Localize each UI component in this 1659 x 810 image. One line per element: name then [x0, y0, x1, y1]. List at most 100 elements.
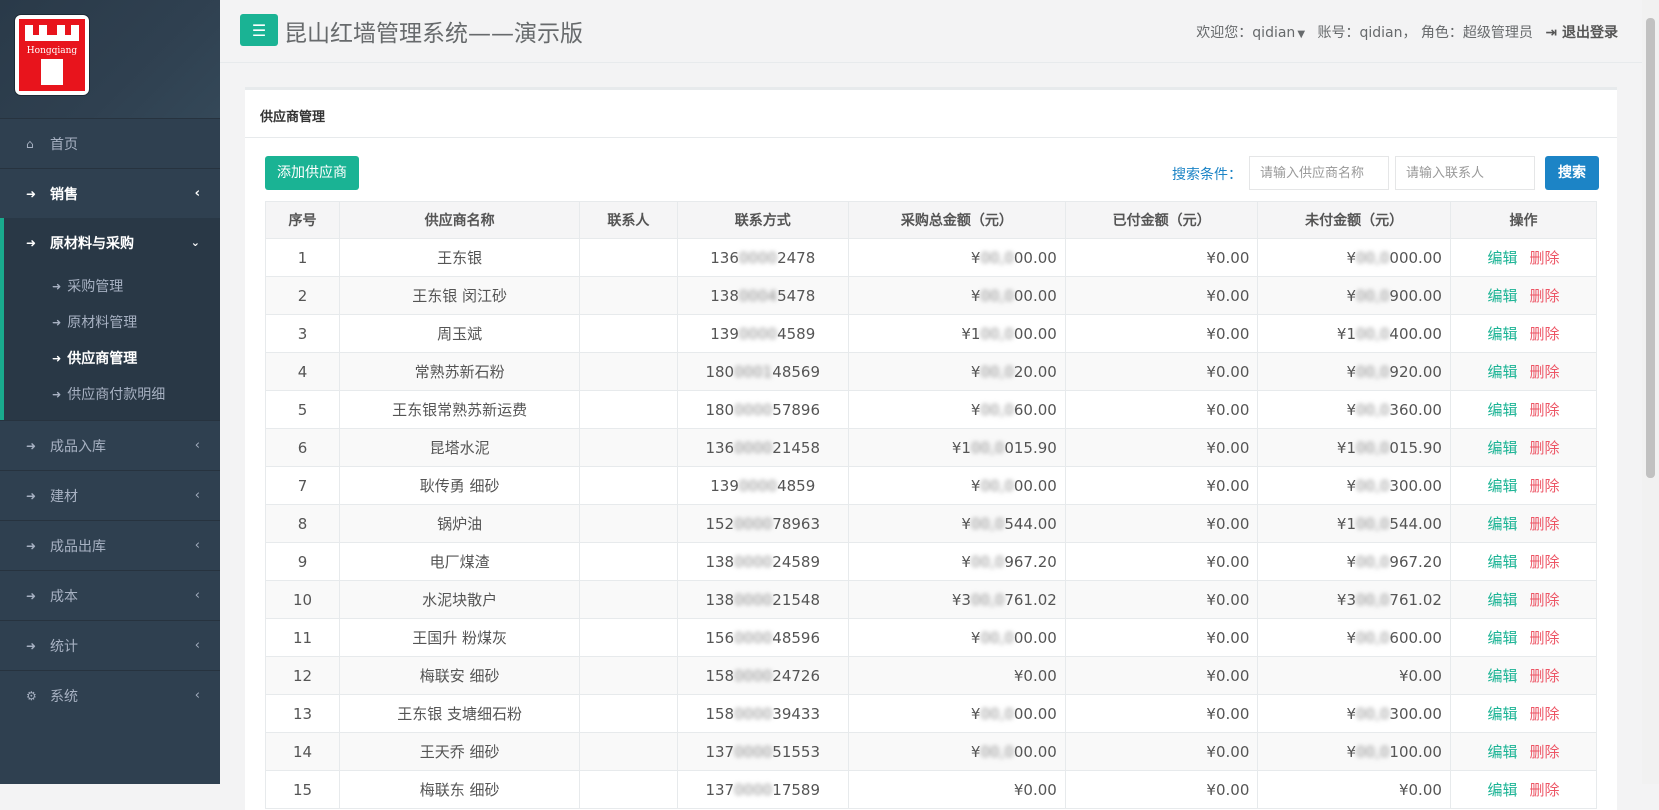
chevron-left-icon: ‹	[194, 638, 200, 653]
cell-supplier-name[interactable]: 电厂煤渣	[339, 542, 581, 581]
user-info: 欢迎您：qidian ▼ 账号：qidian， 角色：超级管理员 ⇥ 退出登录	[1196, 22, 1618, 42]
cell-phone: 180000148569	[676, 352, 849, 391]
menu-toggle-button[interactable]: ☰	[240, 14, 278, 46]
contact-input[interactable]	[1395, 156, 1535, 190]
cell-unpaid: ¥0.00	[1257, 656, 1451, 695]
cell-unpaid: ¥100,0544.00	[1257, 504, 1451, 543]
delete-link[interactable]: 删除	[1529, 629, 1559, 647]
cell-actions: 编辑 删除	[1449, 732, 1598, 771]
search-button[interactable]: 搜索	[1545, 156, 1599, 190]
sub-item-raw-material[interactable]: ➜ 原材料管理	[4, 304, 220, 340]
logout-link[interactable]: ⇥ 退出登录	[1545, 25, 1618, 41]
cell-contact	[579, 428, 678, 467]
delete-link[interactable]: 删除	[1529, 477, 1559, 495]
edit-link[interactable]: 编辑	[1487, 591, 1517, 609]
cell-supplier-name[interactable]: 昆塔水泥	[339, 428, 581, 467]
delete-link[interactable]: 删除	[1529, 249, 1559, 267]
cell-supplier-name[interactable]: 王东银	[339, 238, 581, 277]
edit-link[interactable]: 编辑	[1487, 363, 1517, 381]
cell-supplier-name[interactable]: 锅炉油	[339, 504, 581, 543]
delete-link[interactable]: 删除	[1529, 667, 1559, 685]
cell-total: ¥300,0761.02	[847, 580, 1066, 619]
total-prefix: ¥	[961, 552, 971, 571]
nav-product-out[interactable]: ➜ 成品出库 ‹	[0, 520, 220, 570]
unpaid-suffix: 360.00	[1389, 400, 1442, 419]
sub-item-supplier[interactable]: ➜ 供应商管理	[4, 340, 220, 376]
phone-redacted: 0000	[734, 742, 773, 761]
delete-link[interactable]: 删除	[1529, 515, 1559, 533]
cell-contact	[579, 770, 678, 809]
total-suffix: ¥0.00	[1013, 780, 1057, 799]
nav-materials[interactable]: ➜ 原材料与采购 ⌄	[4, 218, 220, 268]
edit-link[interactable]: 编辑	[1487, 477, 1517, 495]
scrollbar-thumb[interactable]	[1646, 18, 1655, 478]
delete-link[interactable]: 删除	[1529, 439, 1559, 457]
cell-supplier-name[interactable]: 王东银 闵江砂	[339, 276, 581, 315]
cell-supplier-name[interactable]: 耿传勇 细砂	[339, 466, 581, 505]
cell-no: 10	[264, 580, 341, 619]
nav-product-in[interactable]: ➜ 成品入库 ‹	[0, 420, 220, 470]
cell-actions: 编辑 删除	[1449, 466, 1598, 505]
cell-total: ¥00,0967.20	[847, 542, 1066, 581]
page-scrollbar[interactable]	[1642, 0, 1659, 784]
delete-link[interactable]: 删除	[1529, 591, 1559, 609]
table-row: 14 王天乔 细砂 137000051553 ¥00,000.00 ¥0.00 ¥00,0…	[264, 732, 1598, 771]
cell-supplier-name[interactable]: 王东银常熟苏新运费	[339, 390, 581, 429]
cell-supplier-name[interactable]: 梅联安 细砂	[339, 656, 581, 695]
supplier-name-input[interactable]	[1249, 156, 1389, 190]
edit-link[interactable]: 编辑	[1487, 667, 1517, 685]
cell-supplier-name[interactable]: 水泥块散户	[339, 580, 581, 619]
edit-link[interactable]: 编辑	[1487, 287, 1517, 305]
nav-cost[interactable]: ➜ 成本 ‹	[0, 570, 220, 620]
sub-item-supplier-payment[interactable]: ➜ 供应商付款明细	[4, 376, 220, 412]
edit-link[interactable]: 编辑	[1487, 401, 1517, 419]
total-redacted: 00,0	[980, 324, 1014, 343]
nav-system[interactable]: ⚙ 系统 ‹	[0, 670, 220, 720]
edit-link[interactable]: 编辑	[1487, 515, 1517, 533]
nav-building-materials[interactable]: ➜ 建材 ‹	[0, 470, 220, 520]
delete-link[interactable]: 删除	[1529, 743, 1559, 761]
chevron-left-icon: ‹	[194, 488, 200, 503]
delete-link[interactable]: 删除	[1529, 553, 1559, 571]
table-row: 9 电厂煤渣 138000024589 ¥00,0967.20 ¥0.00 ¥00,096…	[264, 542, 1598, 581]
unpaid-prefix: ¥	[1346, 704, 1357, 723]
total-suffix: 00.00	[1013, 476, 1057, 495]
cell-supplier-name[interactable]: 梅联东 细砂	[339, 770, 581, 809]
edit-link[interactable]: 编辑	[1487, 743, 1517, 761]
nav-home[interactable]: ⌂ 首页	[0, 118, 220, 168]
user-welcome[interactable]: 欢迎您：qidian	[1196, 25, 1295, 41]
cell-no: 8	[264, 504, 341, 543]
cell-no: 4	[264, 352, 341, 391]
edit-link[interactable]: 编辑	[1487, 553, 1517, 571]
add-supplier-button[interactable]: 添加供应商	[265, 156, 359, 190]
cell-actions: 编辑 删除	[1449, 428, 1598, 467]
edit-link[interactable]: 编辑	[1487, 249, 1517, 267]
delete-link[interactable]: 删除	[1529, 325, 1559, 343]
caret-down-icon[interactable]: ▼	[1297, 29, 1305, 40]
arrow-right-icon: ➜	[26, 236, 37, 250]
edit-link[interactable]: 编辑	[1487, 705, 1517, 723]
edit-link[interactable]: 编辑	[1487, 629, 1517, 647]
edit-link[interactable]: 编辑	[1487, 325, 1517, 343]
delete-link[interactable]: 删除	[1529, 401, 1559, 419]
nav-sales[interactable]: ➜ 销售 ‹	[0, 168, 220, 218]
delete-link[interactable]: 删除	[1529, 287, 1559, 305]
total-prefix: ¥	[970, 704, 981, 723]
cell-supplier-name[interactable]: 周玉斌	[339, 314, 581, 353]
cell-supplier-name[interactable]: 王天乔 细砂	[339, 732, 581, 771]
cell-contact	[579, 656, 678, 695]
cell-supplier-name[interactable]: 王东银 支塘细石粉	[339, 694, 581, 733]
nav-statistics[interactable]: ➜ 统计 ‹	[0, 620, 220, 670]
delete-link[interactable]: 删除	[1529, 705, 1559, 723]
cell-supplier-name[interactable]: 常熟苏新石粉	[339, 352, 581, 391]
edit-link[interactable]: 编辑	[1487, 439, 1517, 457]
cell-paid: ¥0.00	[1064, 732, 1259, 771]
nav-group-materials: ➜ 原材料与采购 ⌄ ➜ 采购管理 ➜ 原材料管理 ➜ 供应商管理 ➜ 供应商付款明细	[0, 218, 220, 420]
app-title: 昆山红墙管理系统——演示版	[284, 21, 583, 47]
search-label: 搜索条件：	[1172, 167, 1242, 183]
cell-supplier-name[interactable]: 王国升 粉煤灰	[339, 618, 581, 657]
sub-item-purchase[interactable]: ➜ 采购管理	[4, 268, 220, 304]
delete-link[interactable]: 删除	[1529, 363, 1559, 381]
chevron-down-icon: ⌄	[190, 236, 200, 249]
unpaid-redacted: 00,0	[1356, 438, 1390, 457]
